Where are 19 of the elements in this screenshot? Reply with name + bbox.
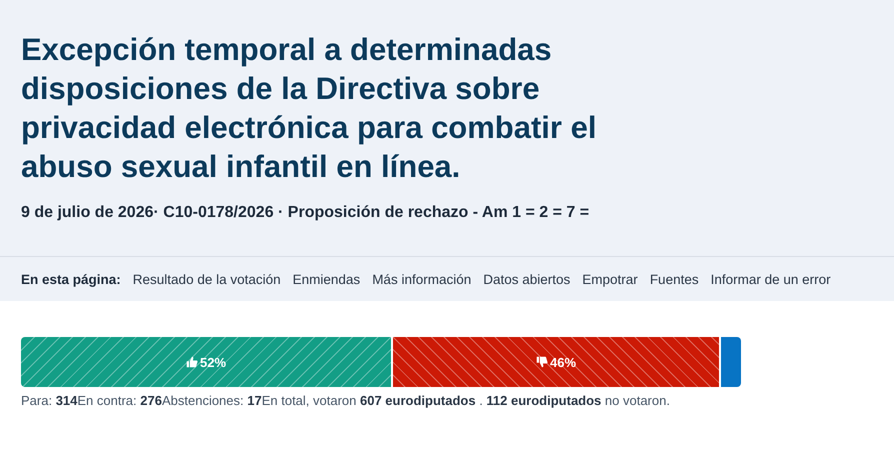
- nav-label: En esta página:: [21, 272, 121, 286]
- page-title: Excepción temporal a determinadas disposiciones de la Directiva sobre privacidad electrónica para combatir el abuso sexual infantil en línea.: [21, 31, 598, 186]
- thumbs-up-icon: [186, 356, 198, 368]
- nav-link[interactable]: Enmiendas: [292, 272, 360, 286]
- vote-count-text: Para: 314: [21, 393, 78, 408]
- nav-link[interactable]: Informar de un error: [710, 272, 831, 286]
- thumbs-down-icon: [536, 356, 548, 368]
- nav-link[interactable]: Resultado de la votación: [132, 272, 281, 286]
- nav-link[interactable]: Fuentes: [650, 272, 699, 286]
- vote-count-text: En contra: 276: [77, 393, 162, 408]
- nav-link[interactable]: Empotrar: [582, 272, 638, 286]
- abstain-bar: [721, 337, 741, 387]
- percent-label: 52%: [200, 354, 226, 370]
- vote-count-text: En total, votaron 607 eurodiputados . 112 eurodiputados no votaron.: [262, 393, 670, 408]
- vote-count-text: Abstenciones: 17: [162, 393, 262, 408]
- vote-subtitle: 9 de julio de 2026· C10-0178/2026 · Proposición de rechazo - Am 1 = 2 = 7 =: [21, 204, 590, 222]
- nav-link[interactable]: Datos abiertos: [483, 272, 570, 286]
- nav-link[interactable]: Más información: [372, 272, 472, 286]
- percent-label: 46%: [550, 354, 576, 370]
